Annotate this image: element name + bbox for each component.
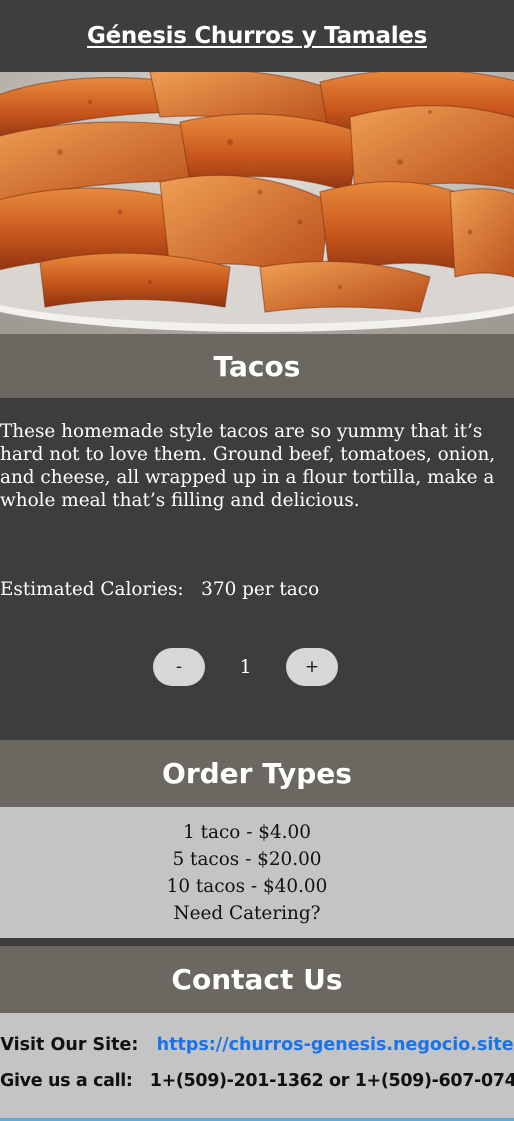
order-types-panel: 1 taco - $4.00 5 tacos - $20.00 10 tacos… — [0, 807, 514, 938]
product-heading-band: Tacos — [0, 334, 514, 398]
site-row: Visit Our Site: https://churros-genesis.… — [0, 1035, 514, 1055]
order-option[interactable]: 10 tacos - $40.00 — [0, 873, 514, 900]
calories-value: 370 per taco — [201, 579, 320, 600]
quantity-stepper: - 1 + — [153, 648, 339, 686]
hero-image — [0, 72, 514, 334]
product-details: These homemade style tacos are so yummy … — [0, 398, 514, 740]
order-option[interactable]: 1 taco - $4.00 — [0, 819, 514, 846]
order-option[interactable]: 5 tacos - $20.00 — [0, 846, 514, 873]
divider — [0, 938, 514, 946]
site-header: Génesis Churros y Tamales — [0, 0, 514, 72]
product-description: These homemade style tacos are so yummy … — [0, 421, 496, 511]
phone-row: Give us a call: 1+(509)-201-1362 or 1+(5… — [0, 1071, 514, 1091]
order-types-heading-band: Order Types — [0, 740, 514, 807]
calories-line: Estimated Calories: 370 per taco — [0, 579, 319, 600]
product-title: Tacos — [213, 349, 301, 383]
site-title-link[interactable]: Génesis Churros y Tamales — [87, 23, 427, 49]
decrease-quantity-button[interactable]: - — [153, 648, 205, 686]
quantity-value: 1 — [239, 656, 252, 678]
phone-numbers[interactable]: 1+(509)-201-1362 or 1+(509)-607-0748 — [150, 1071, 514, 1091]
contact-title: Contact Us — [171, 963, 343, 996]
tacos-photo — [0, 72, 514, 334]
catering-link[interactable]: Need Catering? — [0, 900, 514, 927]
order-types-list: 1 taco - $4.00 5 tacos - $20.00 10 tacos… — [0, 807, 514, 927]
increase-quantity-button[interactable]: + — [286, 648, 338, 686]
calories-label: Estimated Calories: — [0, 579, 184, 600]
site-label: Visit Our Site: — [0, 1035, 139, 1055]
contact-heading-band: Contact Us — [0, 946, 514, 1013]
site-link[interactable]: https://churros-genesis.negocio.site — [157, 1035, 514, 1055]
call-label: Give us a call: — [0, 1071, 133, 1091]
order-types-title: Order Types — [162, 757, 352, 790]
contact-panel: Visit Our Site: https://churros-genesis.… — [0, 1013, 514, 1121]
